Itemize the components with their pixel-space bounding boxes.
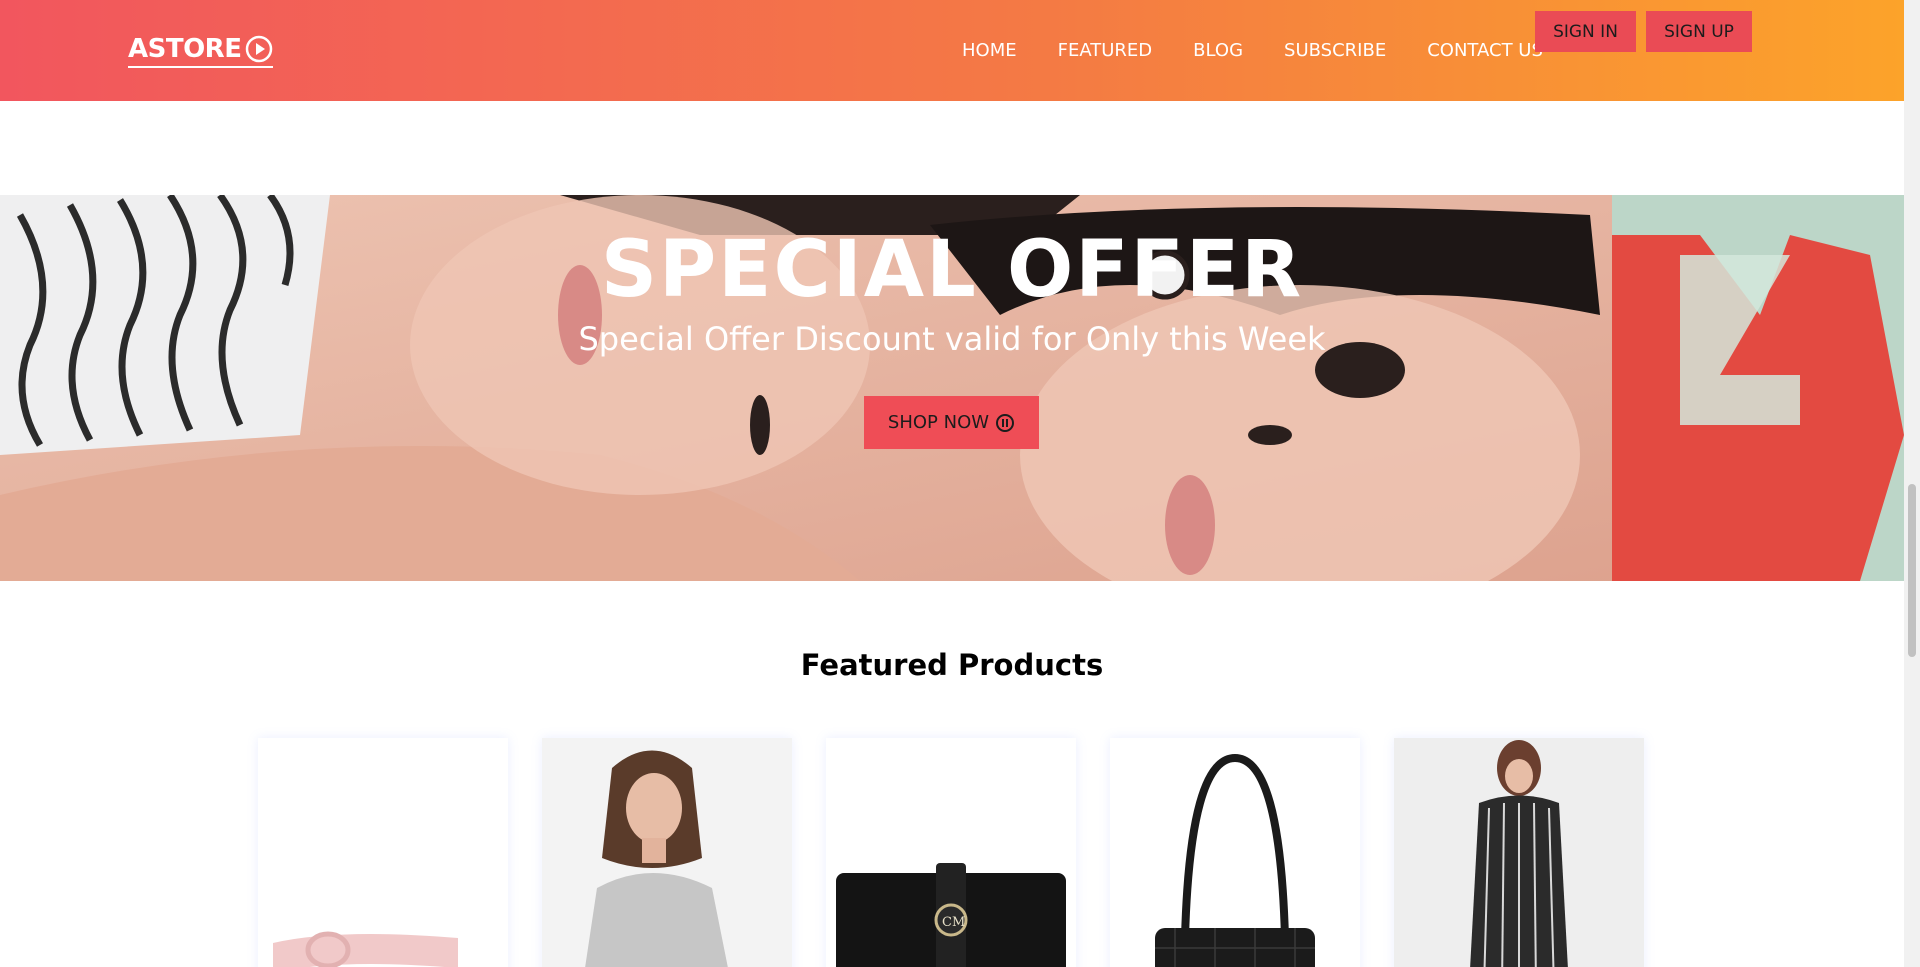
- hero-title: SPECIAL OFFER: [600, 225, 1304, 315]
- sign-up-button[interactable]: SIGN UP: [1646, 11, 1752, 52]
- shop-now-button[interactable]: SHOP NOW: [864, 396, 1039, 449]
- logo-link[interactable]: ASTORE: [128, 34, 274, 68]
- product-image-black-wallet: CM: [826, 738, 1076, 967]
- logo-text: ASTORE: [128, 34, 242, 64]
- scrollbar-thumb[interactable]: [1908, 484, 1916, 657]
- svg-text:CM: CM: [942, 915, 965, 930]
- product-card[interactable]: [258, 738, 508, 967]
- product-card[interactable]: [1110, 738, 1360, 967]
- product-card[interactable]: [1394, 738, 1644, 967]
- product-card[interactable]: CM: [826, 738, 1076, 967]
- hero-banner: SPECIAL OFFER Special Offer Discount val…: [0, 195, 1904, 581]
- pause-circle-icon: [996, 413, 1015, 432]
- product-image-woman-grey-sweater: [542, 738, 792, 967]
- nav-featured[interactable]: FEATURED: [1058, 40, 1153, 61]
- main-nav: HOME FEATURED BLOG SUBSCRIBE CONTACT US: [962, 40, 1584, 61]
- site-header: ASTORE HOME FEATURED BLOG SUBSCRIBE CONT…: [0, 0, 1904, 101]
- product-image-black-quilted-handbag: [1110, 738, 1360, 967]
- nav-blog[interactable]: BLOG: [1193, 40, 1243, 61]
- nav-subscribe[interactable]: SUBSCRIBE: [1284, 40, 1386, 61]
- product-image-pink-belt: [258, 738, 508, 967]
- sign-in-button[interactable]: SIGN IN: [1535, 11, 1636, 52]
- hero-subtitle: Special Offer Discount valid for Only th…: [578, 320, 1326, 358]
- play-circle-icon: [246, 35, 273, 63]
- product-card[interactable]: [542, 738, 792, 967]
- shop-now-label: SHOP NOW: [887, 412, 990, 433]
- featured-products-title: Featured Products: [800, 648, 1104, 682]
- nav-home[interactable]: HOME: [962, 40, 1017, 61]
- nav-contact-us[interactable]: CONTACT US: [1427, 40, 1543, 61]
- product-image-striped-outfit: [1394, 738, 1644, 967]
- page-scrollbar[interactable]: [1904, 0, 1920, 967]
